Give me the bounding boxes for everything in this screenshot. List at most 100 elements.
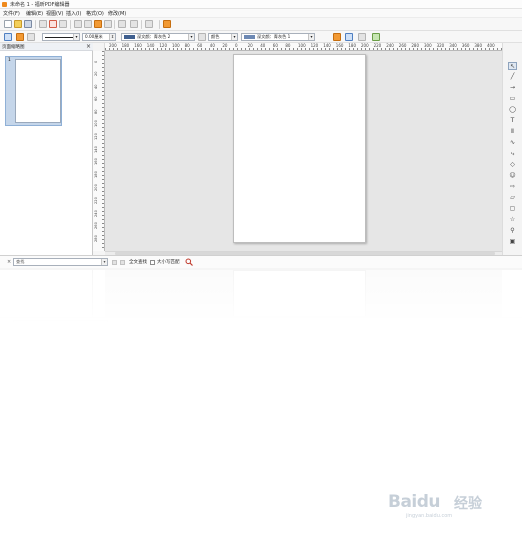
ruler-label: 200 (109, 43, 117, 48)
ruler-label: 80 (184, 43, 190, 48)
title-bar: 未命名 1 - 福昕PDF编辑器 (0, 0, 522, 9)
copy-icon[interactable] (84, 20, 92, 28)
close-icon[interactable]: × (7, 259, 11, 265)
ruler-label: 20 (247, 43, 253, 48)
area-style-icon[interactable] (198, 33, 206, 41)
match-case-label[interactable]: 大小写匹配 (157, 259, 180, 265)
rectangle-tool-icon[interactable]: ▭ (508, 95, 517, 103)
document-page[interactable] (233, 54, 366, 243)
menu-view[interactable]: 视图(V) (46, 10, 63, 17)
chevron-down-icon[interactable]: ▾ (231, 34, 237, 40)
ruler-label: 300 (424, 43, 432, 48)
shadow-icon[interactable] (333, 33, 341, 41)
paste-icon[interactable] (94, 20, 102, 28)
ruler-label: 200 (94, 184, 98, 191)
zoom-icon[interactable] (145, 20, 153, 28)
new-document-icon[interactable] (4, 20, 12, 28)
arrow-line-tool-icon[interactable]: → (508, 84, 517, 92)
ruler-label: 100 (298, 43, 306, 48)
watermark-brand: Baidu (388, 492, 441, 512)
menu-insert[interactable]: 插入(I) (66, 10, 81, 17)
ruler-label: 0 (94, 60, 98, 63)
ellipse-tool-icon[interactable]: ◯ (508, 106, 517, 114)
line-color-swatch (124, 35, 135, 39)
vertical-text-tool-icon[interactable]: Ⅱ (508, 128, 517, 136)
callouts-icon[interactable]: ▢ (508, 205, 517, 213)
chevron-down-icon[interactable]: ▾ (308, 34, 314, 40)
search-input[interactable]: 查找 ▾ (13, 258, 108, 266)
select-tool-icon[interactable]: ↖ (508, 62, 517, 70)
cut-icon[interactable] (74, 20, 82, 28)
ruler-label: 40 (209, 43, 215, 48)
rotate-icon[interactable] (345, 33, 353, 41)
area-style-select[interactable]: 颜色 ▾ (208, 33, 238, 41)
line-width-value: 0.00厘米 (85, 34, 103, 39)
find-next-icon[interactable] (120, 260, 125, 265)
save-icon[interactable] (24, 20, 32, 28)
ruler-label: 60 (94, 96, 98, 102)
connector-tool-icon[interactable]: ⤷ (508, 150, 517, 158)
ruler-label: 160 (94, 158, 98, 166)
ruler-label: 180 (121, 43, 130, 48)
ruler-label: 80 (285, 43, 291, 48)
grid-icon[interactable] (4, 33, 12, 41)
curve-tool-icon[interactable]: ∿ (508, 139, 517, 147)
symbol-shapes-icon[interactable]: ☺ (508, 172, 517, 180)
export-pdf-icon[interactable] (49, 20, 57, 28)
undo-icon[interactable] (118, 20, 126, 28)
points-icon[interactable]: ⚲ (508, 227, 517, 235)
menu-file[interactable]: 文件(F) (3, 10, 20, 17)
drawing-properties-toolbar: ▾ 0.00厘米 ⇕ 深文颜：青灰色 2 ▾ 颜色 ▾ 深文颜：青灰色 1 ▾ (0, 31, 522, 43)
insert-image-icon[interactable] (163, 20, 171, 28)
print-icon[interactable] (59, 20, 67, 28)
text-tool-icon[interactable]: T (508, 117, 517, 125)
email-icon[interactable] (39, 20, 47, 28)
menu-edit[interactable]: 编辑(E) (26, 10, 43, 17)
application-window: 未命名 1 - 福昕PDF编辑器 文件(F) 编辑(E) 视图(V) 插入(I)… (0, 0, 522, 270)
close-icon[interactable]: × (86, 43, 91, 50)
match-case-checkbox[interactable] (150, 260, 155, 265)
line-tool-icon[interactable]: ╱ (508, 73, 517, 81)
ruler-label: 220 (94, 196, 98, 204)
line-style-select[interactable]: ▾ (42, 33, 80, 41)
line-color-select[interactable]: 深文颜：青灰色 2 ▾ (121, 33, 195, 41)
search-icon[interactable] (185, 258, 193, 266)
highlight-icon[interactable] (16, 33, 24, 41)
page-thumbnail[interactable]: 1 (5, 56, 62, 126)
horizontal-ruler: 200 180 160 140 120 100 80 60 40 20 0 20 40 60 80 100 12… (105, 43, 502, 51)
ruler-label: 340 (449, 43, 457, 48)
find-previous-icon[interactable] (112, 260, 117, 265)
toolbar-separator (141, 20, 142, 29)
drawing-tools-toolbar: ↖ ╱ → ▭ ◯ T Ⅱ ∿ ⤷ ◇ ☺ ⇨ ▱ ▢ ☆ ⚲ ▣ (502, 43, 522, 255)
chevron-down-icon[interactable]: ▾ (101, 259, 107, 265)
align-icon[interactable] (358, 33, 366, 41)
arrange-icon[interactable] (372, 33, 380, 41)
redo-icon[interactable] (130, 20, 138, 28)
spinner-icon[interactable]: ⇕ (109, 34, 115, 40)
open-folder-icon[interactable] (14, 20, 22, 28)
line-ends-icon[interactable] (27, 33, 35, 41)
drawing-canvas[interactable] (105, 51, 502, 251)
basic-shapes-icon[interactable]: ◇ (508, 161, 517, 169)
stars-icon[interactable]: ☆ (508, 216, 517, 224)
ruler-ticks (102, 51, 104, 251)
ruler-label: 60 (197, 43, 203, 48)
image-tool-icon[interactable]: ▣ (508, 238, 517, 246)
panel-title: 页面缩略图 (2, 45, 25, 50)
block-arrows-icon[interactable]: ⇨ (508, 183, 517, 191)
fill-color-select[interactable]: 深文颜：青灰色 1 ▾ (241, 33, 315, 41)
ruler-label: 280 (94, 235, 98, 243)
chevron-down-icon[interactable]: ▾ (188, 34, 194, 40)
line-width-field[interactable]: 0.00厘米 ⇕ (82, 33, 116, 41)
format-painter-icon[interactable] (104, 20, 112, 28)
area-style-label: 颜色 (211, 34, 220, 39)
chevron-down-icon[interactable]: ▾ (73, 34, 79, 40)
standard-toolbar (0, 18, 522, 31)
ruler-label: 120 (159, 43, 168, 48)
menu-modify[interactable]: 修改(M) (108, 10, 126, 17)
page-thumbnail-panel: 页面缩略图 × 1 (0, 43, 93, 255)
flowchart-icon[interactable]: ▱ (508, 194, 517, 202)
panel-header: 页面缩略图 × (0, 43, 93, 51)
menu-format[interactable]: 格式(O) (86, 10, 104, 17)
whole-words-label[interactable]: 全文查找 (129, 259, 147, 265)
